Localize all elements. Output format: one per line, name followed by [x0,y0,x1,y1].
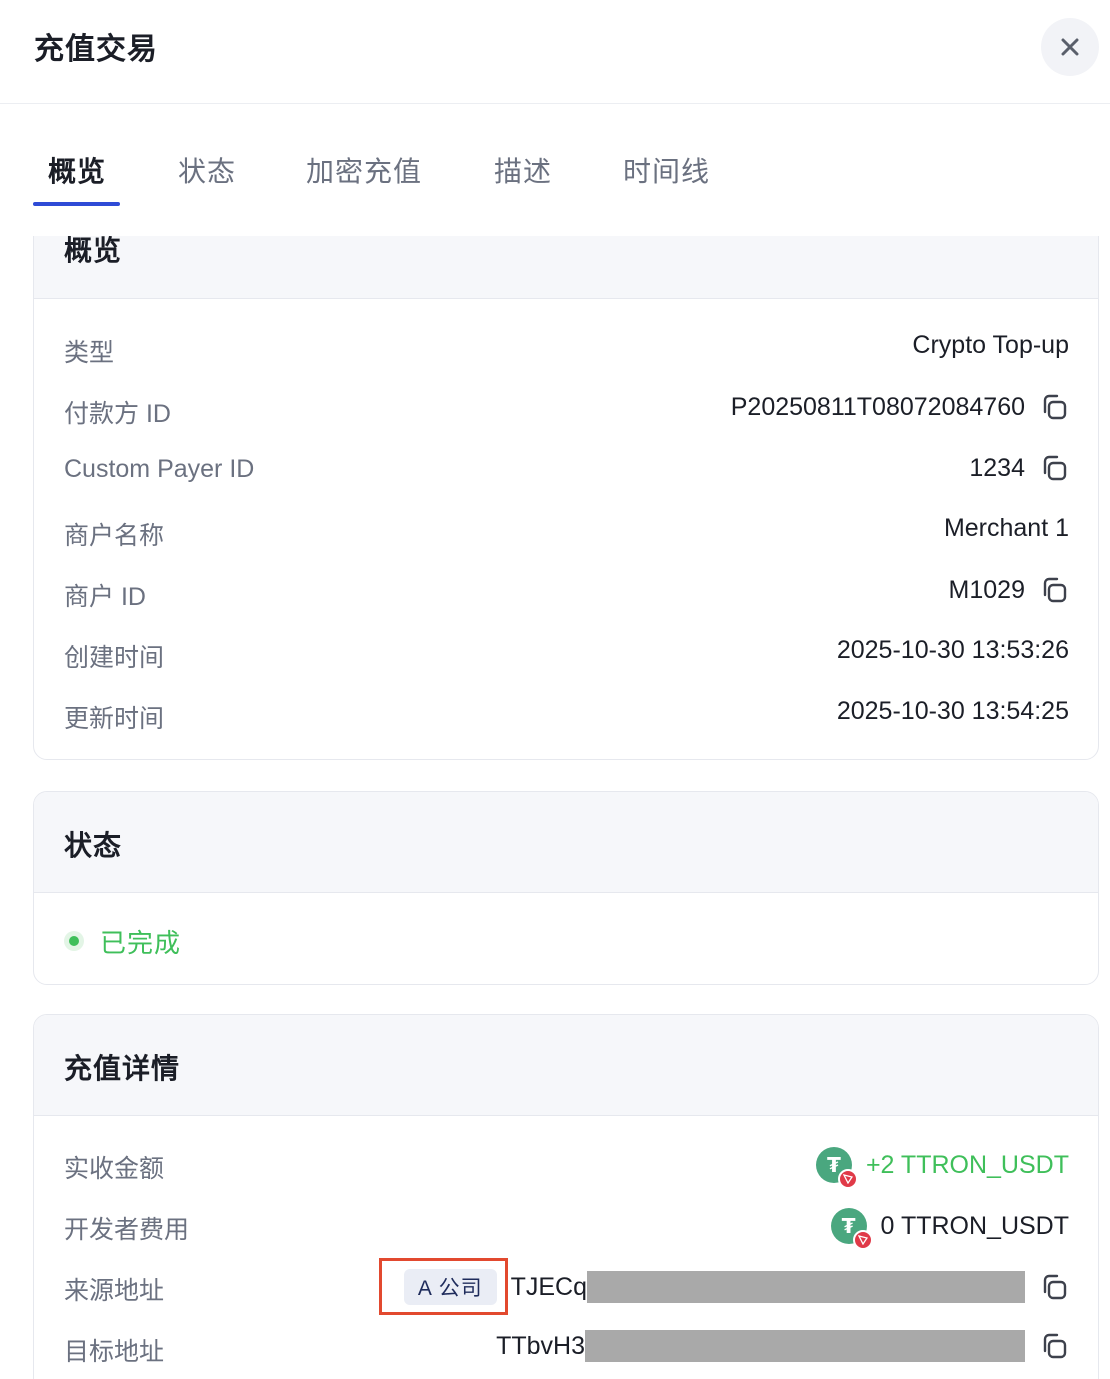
updated-at-value: 2025-10-30 13:54:25 [836,697,1069,725]
row-value: ₮ +2 TTRON_USDT [815,1147,1069,1189]
copy-icon[interactable] [1039,1272,1069,1302]
row-type: 类型 Crypto Top-up [64,327,1069,367]
status-card-title: 状态 [64,830,123,861]
status-dot [64,931,84,951]
source-address-text[interactable]: TJECq [511,1271,1025,1303]
overview-card-title: 概览 [64,236,123,266]
modal-header: 充值交易 [0,0,1110,104]
row-developer-fee: 开发者费用 ₮ 0 TTRON_USDT [64,1204,1069,1250]
row-target-address: 目标地址 TTbvH3 [64,1326,1069,1366]
row-label: 付款方 ID [64,400,171,428]
row-label: 创建时间 [64,644,165,672]
copy-icon[interactable] [1039,453,1069,483]
row-source-address: 来源地址 A 公司 TJECq [64,1265,1069,1305]
row-updated-at: 更新时间 2025-10-30 13:54:25 [64,693,1069,733]
row-label: 开发者费用 [64,1216,190,1244]
row-value: Merchant 1 [944,514,1069,543]
highlight-annotation [379,1258,508,1315]
created-at-value: 2025-10-30 13:53:26 [836,636,1069,664]
close-button[interactable] [1041,18,1099,76]
tab-status[interactable]: 状态 [178,150,236,190]
row-label: 实收金额 [64,1155,165,1183]
row-label: 来源地址 [64,1277,165,1305]
tron-icon [837,1169,858,1189]
row-value: ₮ 0 TTRON_USDT [830,1208,1069,1250]
target-address-text[interactable]: TTbvH3 [496,1330,1025,1362]
row-value: M1029 [949,575,1069,605]
active-tab-indicator [33,202,120,206]
row-value: 1234 [969,453,1069,483]
row-merchant-name: 商户名称 Merchant 1 [64,510,1069,550]
tab-overview[interactable]: 概览 [48,150,106,190]
row-label: Custom Payer ID [64,455,255,483]
tab-bar: 概览 状态 加密充值 描述 时间线 [0,104,1110,208]
tab-timeline[interactable]: 时间线 [623,150,710,190]
row-value: P20250811T08072084760 [731,392,1069,422]
row-custom-payer-id: Custom Payer ID 1234 [64,449,1069,489]
row-created-at: 创建时间 2025-10-30 13:53:26 [64,632,1069,672]
redacted-block [585,1330,1025,1362]
target-address-prefix: TTbvH3 [496,1331,585,1360]
status-card: 状态 已完成 [33,791,1099,985]
modal-title: 充值交易 [34,33,158,66]
status-body: 已完成 [34,893,1098,984]
row-label: 商户名称 [64,522,165,550]
copy-icon[interactable] [1039,1331,1069,1361]
status-badge: 已完成 [100,928,182,958]
source-address-prefix: TJECq [510,1272,587,1301]
row-value: TTbvH3 [496,1330,1069,1362]
details-card-header: 充值详情 [34,1015,1098,1116]
row-value: 2025-10-30 13:53:26 [837,636,1069,665]
type-value: Crypto Top-up [912,331,1069,359]
tab-crypto-topup[interactable]: 加密充值 [306,150,422,190]
row-received-amount: 实收金额 ₮ +2 TTRON_USDT [64,1143,1069,1189]
row-value: 2025-10-30 13:54:25 [837,697,1069,726]
merchant-name-value: Merchant 1 [943,514,1069,542]
details-card-title: 充值详情 [64,1053,181,1084]
row-merchant-id: 商户 ID M1029 [64,571,1069,611]
row-label: 目标地址 [64,1338,165,1366]
overview-card: 概览 类型 Crypto Top-up 付款方 ID P20250811T080… [33,236,1099,760]
close-icon [1061,38,1079,56]
row-label: 商户 ID [64,583,146,611]
merchant-id-value: M1029 [948,575,1025,604]
row-label: 更新时间 [64,705,165,733]
content-area[interactable]: 概览 类型 Crypto Top-up 付款方 ID P20250811T080… [0,236,1110,1379]
tab-description[interactable]: 描述 [494,150,552,190]
custom-payer-id-value: 1234 [969,453,1025,482]
tether-icon: ₮ [830,1208,873,1250]
row-payer-id: 付款方 ID P20250811T08072084760 [64,388,1069,428]
payer-id-value: P20250811T08072084760 [730,392,1025,421]
overview-card-header: 概览 [34,236,1098,299]
developer-fee-value: 0 TTRON_USDT [880,1211,1069,1240]
tron-icon [852,1230,873,1250]
topup-details-card: 充值详情 实收金额 ₮ +2 TTRON_USDT 开发者费用 ₮ 0 TTRO… [33,1014,1099,1379]
status-card-header: 状态 [34,792,1098,893]
received-amount-value: +2 TTRON_USDT [865,1150,1069,1179]
copy-icon[interactable] [1039,575,1069,605]
redacted-block [587,1271,1025,1303]
copy-icon[interactable] [1039,392,1069,422]
tether-icon: ₮ [815,1147,858,1189]
row-label: 类型 [64,339,115,367]
row-value: Crypto Top-up [912,331,1069,360]
